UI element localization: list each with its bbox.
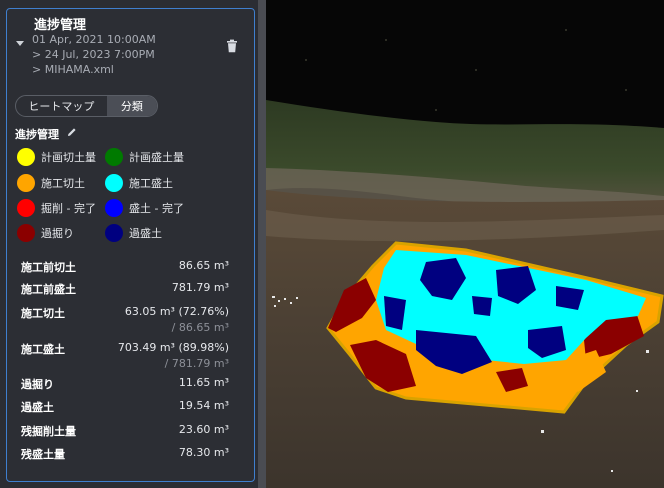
legend-item-excavation-done: 掘削 - 完了 xyxy=(17,199,96,217)
period-start: 01 Apr, 2021 10:00AM xyxy=(32,33,156,46)
progress-panel: 進捗管理 01 Apr, 2021 10:00AM > 24 Jul, 2023… xyxy=(0,0,258,488)
legend-title: 進捗管理 xyxy=(15,128,59,141)
view-mode-tabs: ヒートマップ 分類 xyxy=(15,95,158,117)
stat-value-pre-fill: 781.79 m³ xyxy=(171,281,229,294)
legend-swatch xyxy=(105,148,123,166)
stat-label-over-excavation: 過掘り xyxy=(21,378,54,391)
legend-label: 盛土 - 完了 xyxy=(129,202,184,215)
stat-value-executed-cut: 63.05 m³ (72.76%) xyxy=(124,305,229,318)
legend-item-over-fill: 過盛土 xyxy=(105,224,162,242)
legend-label: 施工切土 xyxy=(41,177,85,190)
stat-sub-executed-cut: / 86.65 m³ xyxy=(171,321,229,334)
stat-label-remaining-fill: 残盛土量 xyxy=(21,448,65,461)
stat-value-over-excavation: 11.65 m³ xyxy=(178,376,229,389)
pencil-icon[interactable] xyxy=(67,127,77,137)
stat-label-executed-cut: 施工切土 xyxy=(21,307,65,320)
legend-label: 施工盛土 xyxy=(129,177,173,190)
stat-label-over-fill: 過盛土 xyxy=(21,401,54,414)
legend-item-fill-done: 盛土 - 完了 xyxy=(105,199,184,217)
tab-classification[interactable]: 分類 xyxy=(106,96,157,116)
stat-sub-executed-fill: / 781.79 m³ xyxy=(164,357,229,370)
over-fill-blob xyxy=(472,296,492,316)
legend-item-planned-fill: 計画盛土量 xyxy=(105,148,184,166)
progress-card: 進捗管理 01 Apr, 2021 10:00AM > 24 Jul, 2023… xyxy=(6,8,255,482)
source-file: > MIHAMA.xml xyxy=(32,63,114,76)
legend-item-executed-fill: 施工盛土 xyxy=(105,174,173,192)
legend-swatch xyxy=(105,224,123,242)
legend-label: 掘削 - 完了 xyxy=(41,202,96,215)
trash-icon[interactable] xyxy=(225,39,239,53)
period-end: > 24 Jul, 2023 7:00PM xyxy=(32,48,155,61)
legend-label: 計画切土量 xyxy=(41,151,96,164)
stat-label-pre-fill: 施工前盛土 xyxy=(21,283,76,296)
stat-value-over-fill: 19.54 m³ xyxy=(178,399,229,412)
point-cloud-render xyxy=(266,0,664,488)
legend-swatch xyxy=(17,148,35,166)
legend-item-planned-cut: 計画切土量 xyxy=(17,148,96,166)
stat-value-pre-cut: 86.65 m³ xyxy=(178,259,229,272)
panel-resize-handle[interactable] xyxy=(258,0,266,488)
legend-swatch xyxy=(17,199,35,217)
legend-label: 計画盛土量 xyxy=(129,151,184,164)
legend-label: 過盛土 xyxy=(129,227,162,240)
chevron-down-icon[interactable] xyxy=(16,41,24,46)
legend-swatch xyxy=(105,199,123,217)
panel-title: 進捗管理 xyxy=(34,18,87,33)
stat-label-remaining-cut: 残掘削土量 xyxy=(21,425,76,438)
stat-value-remaining-cut: 23.60 m³ xyxy=(178,423,229,436)
legend-swatch xyxy=(17,174,35,192)
legend-label: 過掘り xyxy=(41,227,74,240)
point-cloud-viewport[interactable] xyxy=(266,0,664,488)
stat-label-executed-fill: 施工盛土 xyxy=(21,343,65,356)
legend-swatch xyxy=(17,224,35,242)
legend-swatch xyxy=(105,174,123,192)
tab-heatmap[interactable]: ヒートマップ xyxy=(16,96,107,116)
stat-value-executed-fill: 703.49 m³ (89.98%) xyxy=(117,341,229,354)
legend-item-over-excavation: 過掘り xyxy=(17,224,74,242)
stat-label-pre-cut: 施工前切土 xyxy=(21,261,76,274)
legend-item-executed-cut: 施工切土 xyxy=(17,174,85,192)
stat-value-remaining-fill: 78.30 m³ xyxy=(178,446,229,459)
